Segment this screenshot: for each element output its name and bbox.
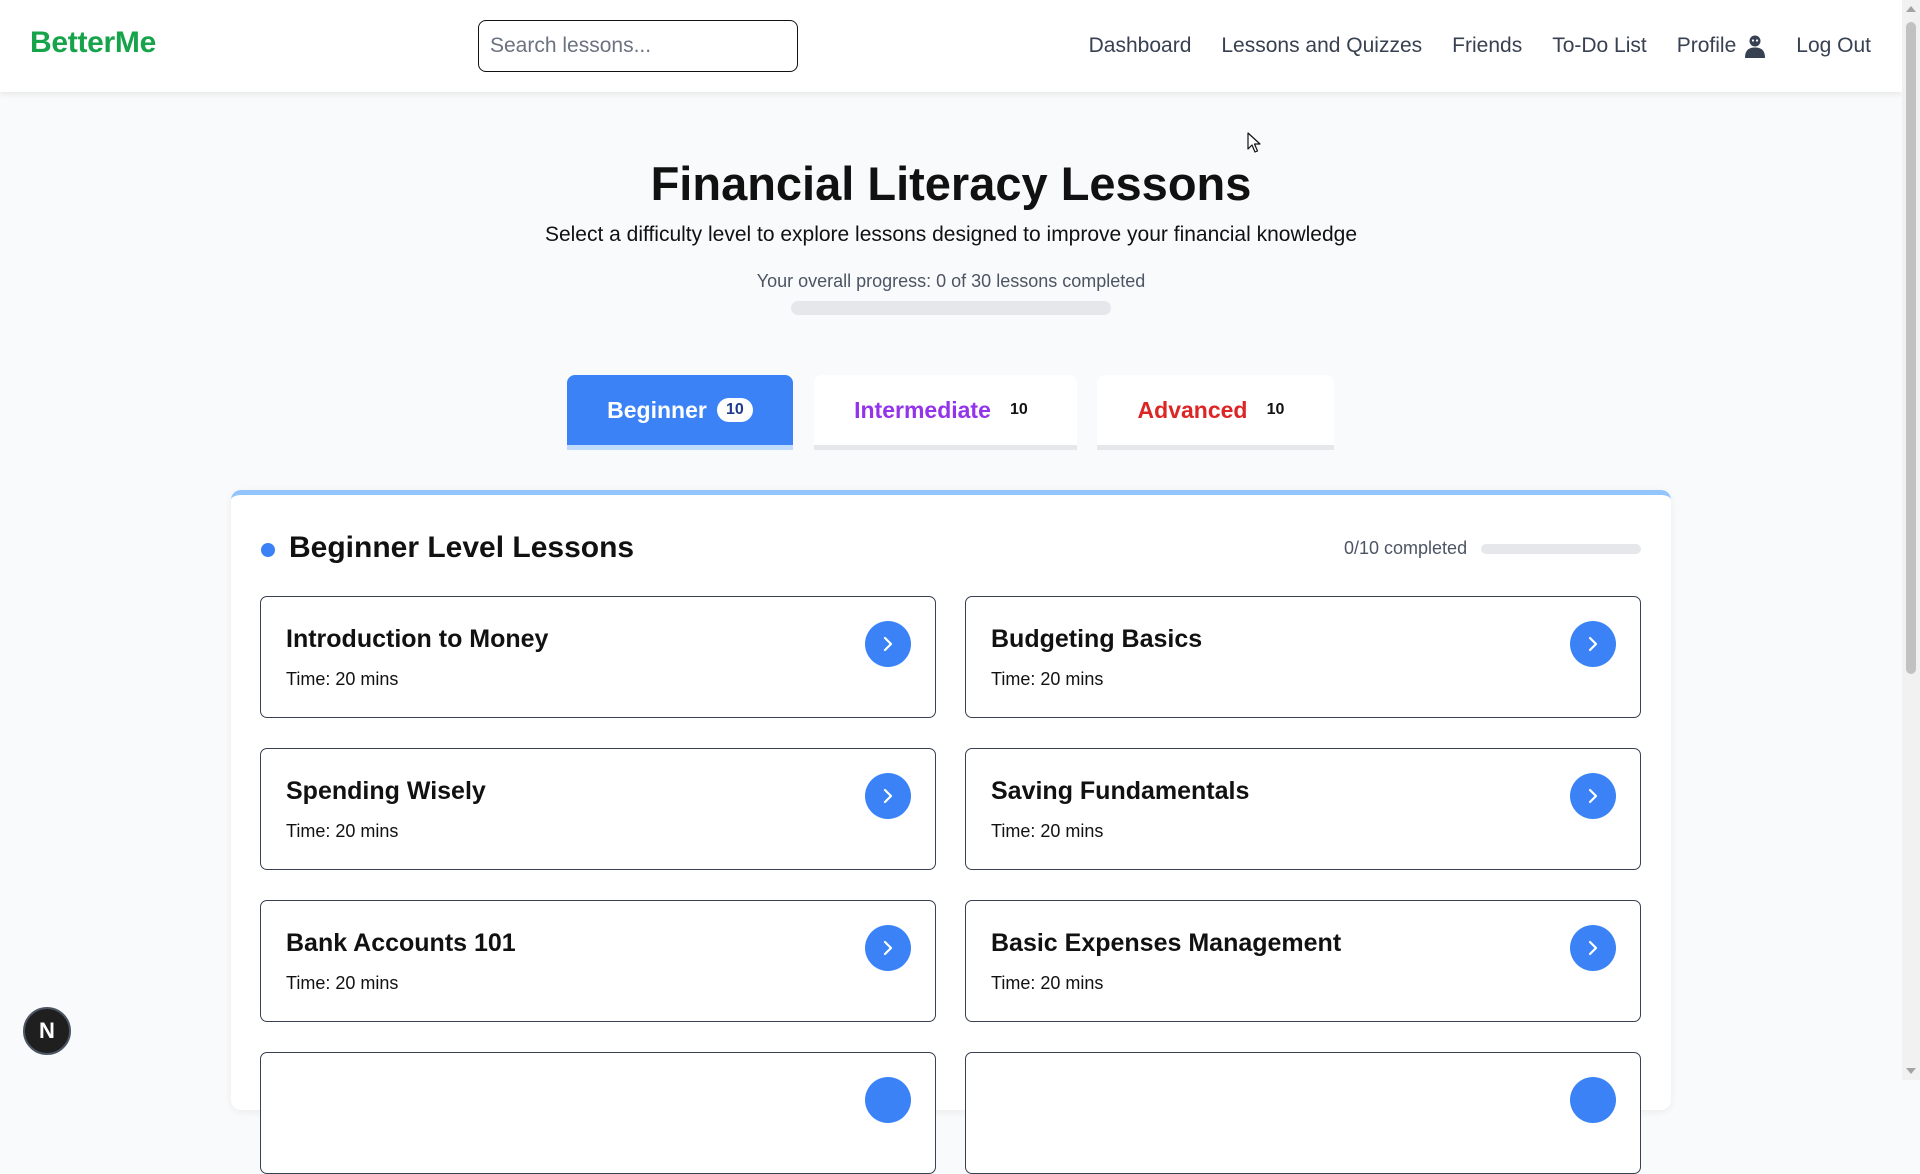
lesson-card[interactable]: Bank Accounts 101 Time: 20 mins: [260, 900, 936, 1022]
lesson-title: Spending Wisely: [286, 777, 486, 805]
scroll-up-icon[interactable]: [1906, 6, 1916, 12]
chevron-right-icon[interactable]: [1570, 773, 1616, 819]
page-subtitle: Select a difficulty level to explore les…: [544, 223, 1358, 246]
search-input[interactable]: [478, 20, 798, 72]
lesson-time: Time: 20 mins: [991, 669, 1104, 689]
tab-advanced[interactable]: Advanced 10: [1097, 375, 1334, 450]
lesson-card[interactable]: [965, 1052, 1641, 1174]
tab-advanced-label: Advanced: [1137, 396, 1248, 423]
tab-intermediate-label: Intermediate: [854, 396, 991, 423]
page-scrollbar[interactable]: [1902, 0, 1920, 1080]
lesson-card[interactable]: Budgeting Basics Time: 20 mins: [965, 596, 1641, 718]
lesson-title: Introduction to Money: [286, 625, 549, 653]
chevron-right-icon[interactable]: [1570, 925, 1616, 971]
level-dot-icon: [261, 543, 275, 557]
chevron-right-icon[interactable]: [865, 1077, 911, 1123]
nav-dashboard[interactable]: Dashboard: [1089, 34, 1192, 58]
nav-friends[interactable]: Friends: [1452, 34, 1522, 58]
nav-profile-label: Profile: [1676, 34, 1737, 57]
tab-intermediate-count: 10: [1009, 401, 1028, 418]
nav-log-out[interactable]: Log Out: [1796, 34, 1871, 58]
overall-progress-text: Your overall progress: 0 of 30 lessons c…: [756, 271, 1146, 291]
scroll-down-icon[interactable]: [1906, 1068, 1916, 1074]
top-navbar: BetterMe Dashboard Lessons and Quizzes F…: [0, 0, 1902, 92]
dev-tools-badge[interactable]: N: [23, 1007, 71, 1055]
chevron-right-icon[interactable]: [865, 773, 911, 819]
lesson-time: Time: 20 mins: [286, 973, 399, 993]
lesson-title: Basic Expenses Management: [991, 929, 1342, 957]
overall-progress-bar: [791, 301, 1111, 315]
lesson-card[interactable]: Spending Wisely Time: 20 mins: [260, 748, 936, 870]
lesson-card[interactable]: Saving Fundamentals Time: 20 mins: [965, 748, 1641, 870]
scrollbar-thumb[interactable]: [1906, 22, 1916, 674]
panel-title: Beginner Level Lessons: [289, 531, 635, 564]
lesson-title: Bank Accounts 101: [286, 929, 516, 957]
main-nav: Dashboard Lessons and Quizzes Friends To…: [1089, 0, 1871, 92]
lesson-time: Time: 20 mins: [286, 821, 399, 841]
chevron-right-icon[interactable]: [1570, 621, 1616, 667]
tab-beginner[interactable]: Beginner 10: [567, 375, 793, 450]
chevron-right-icon[interactable]: [865, 621, 911, 667]
lesson-title: Budgeting Basics: [991, 625, 1203, 653]
nav-todo-list[interactable]: To-Do List: [1552, 34, 1647, 58]
page-title: Financial Literacy Lessons: [650, 157, 1252, 210]
chevron-right-icon[interactable]: [1570, 1077, 1616, 1123]
nav-lessons-and-quizzes[interactable]: Lessons and Quizzes: [1221, 34, 1422, 58]
nav-profile[interactable]: Profile: [1677, 34, 1767, 58]
lesson-time: Time: 20 mins: [286, 669, 399, 689]
lessons-panel: Beginner Level Lessons 0/10 completed In…: [231, 490, 1671, 1174]
tab-beginner-count: 10: [716, 398, 753, 422]
lesson-card[interactable]: [260, 1052, 936, 1174]
mouse-pointer-icon: [1247, 132, 1263, 159]
lesson-card[interactable]: Introduction to Money Time: 20 mins: [260, 596, 936, 718]
tab-advanced-count: 10: [1266, 401, 1285, 418]
chevron-right-icon[interactable]: [865, 925, 911, 971]
lesson-time: Time: 20 mins: [991, 821, 1104, 841]
person-icon: [1744, 34, 1766, 58]
lesson-time: Time: 20 mins: [991, 973, 1104, 993]
tab-beginner-label: Beginner: [607, 396, 707, 423]
lesson-card[interactable]: Basic Expenses Management Time: 20 mins: [965, 900, 1641, 1022]
panel-progress-bar: [1481, 544, 1641, 554]
tab-intermediate[interactable]: Intermediate 10: [814, 375, 1077, 450]
brand-logo[interactable]: BetterMe: [30, 26, 156, 60]
panel-completed-text: 0/10 completed: [1344, 538, 1468, 558]
lesson-title: Saving Fundamentals: [991, 777, 1250, 805]
